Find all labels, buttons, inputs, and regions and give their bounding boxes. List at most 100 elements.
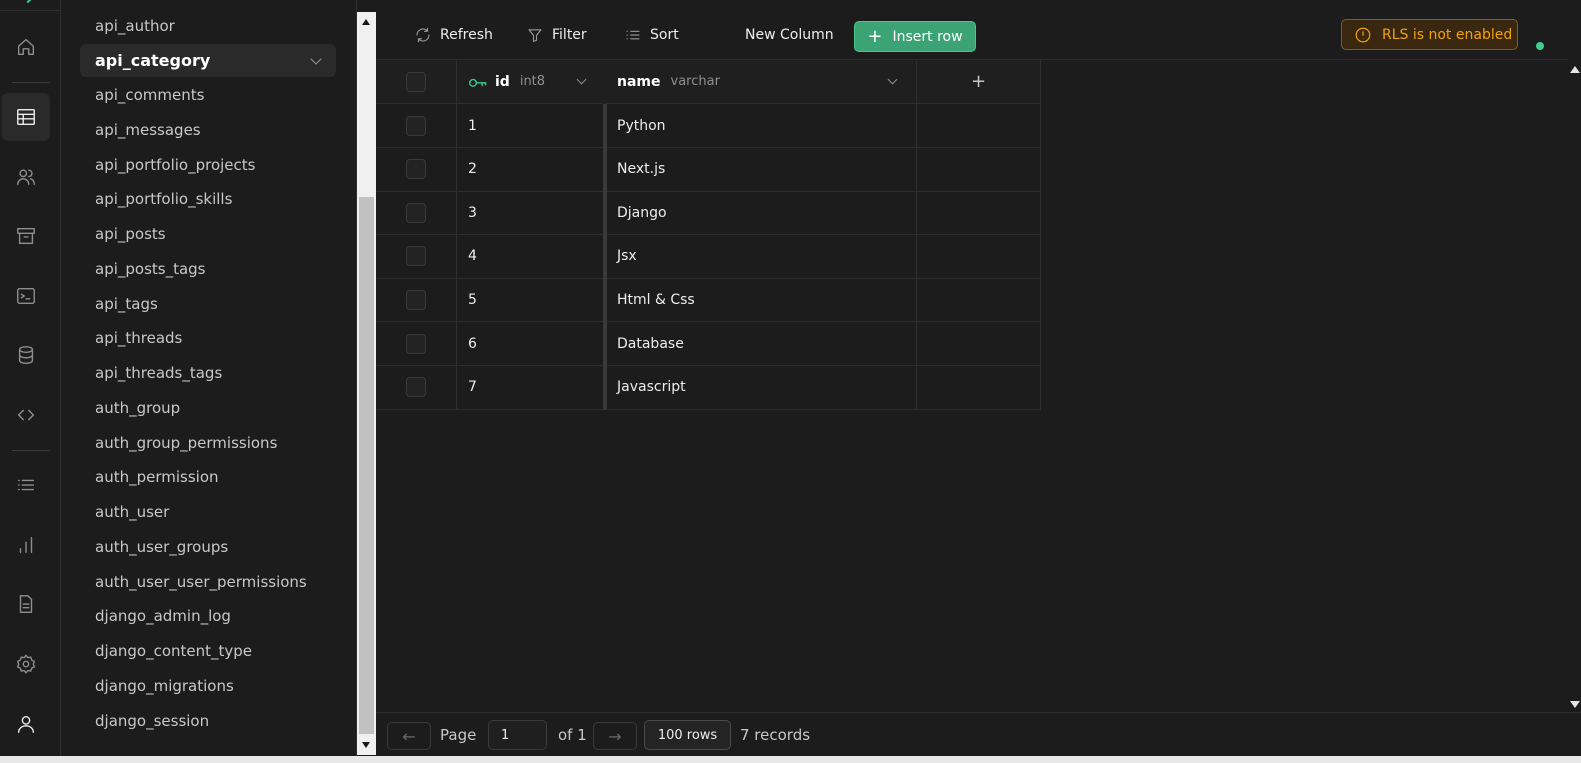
sidebar-table-item[interactable]: auth_group [80, 391, 336, 424]
table-name-label: auth_group [95, 398, 181, 417]
name-cell[interactable]: Database [606, 322, 917, 366]
database-icon[interactable] [2, 331, 50, 379]
id-cell[interactable]: 1 [457, 104, 606, 148]
name-cell[interactable]: Javascript [606, 365, 917, 410]
table-name-label: api_posts [95, 225, 166, 243]
row-checkbox[interactable] [406, 289, 426, 310]
rail-divider [12, 82, 50, 83]
sidebar-table-item[interactable]: api_tags [80, 287, 336, 320]
table-row[interactable]: 2 Next.js [376, 147, 1041, 192]
table-row[interactable]: 7 Javascript [376, 365, 1041, 410]
scroll-down-icon[interactable] [1570, 701, 1580, 708]
sidebar-table-item[interactable]: api_threads [80, 322, 336, 355]
scroll-up-icon[interactable] [1570, 66, 1580, 73]
id-cell[interactable]: 2 [457, 147, 606, 192]
select-all-checkbox[interactable] [406, 71, 426, 92]
table-row[interactable]: 6 Database [376, 322, 1041, 366]
sidebar-table-item[interactable]: api_comments [80, 79, 336, 112]
row-checkbox[interactable] [406, 159, 426, 180]
document-icon[interactable] [2, 580, 50, 628]
id-cell[interactable]: 7 [457, 365, 606, 410]
users-icon[interactable] [2, 153, 50, 201]
sort-button[interactable]: Sort [624, 20, 679, 50]
page-number-input[interactable] [488, 720, 547, 750]
table-row[interactable]: 4 Jsx [376, 234, 1041, 279]
sidebar-table-item[interactable]: api_portfolio_projects [80, 148, 336, 181]
chart-icon[interactable] [2, 521, 50, 569]
column-name: id [495, 73, 510, 90]
row-checkbox[interactable] [406, 377, 426, 398]
next-page-button[interactable]: → [593, 722, 637, 750]
list-icon[interactable] [2, 461, 50, 509]
empty-cell [917, 234, 1041, 279]
row-checkbox[interactable] [406, 202, 426, 223]
name-cell[interactable]: Jsx [606, 234, 917, 279]
user-icon[interactable] [2, 700, 50, 748]
sidebar-table-item[interactable]: auth_group_permissions [80, 426, 336, 459]
name-cell[interactable]: Html & Css [606, 278, 917, 323]
sidebar-table-item[interactable]: api_category [80, 43, 336, 77]
sidebar-table-item[interactable]: auth_user_groups [80, 530, 336, 563]
rls-warning-badge[interactable]: RLS is not enabled [1341, 19, 1518, 50]
sidebar-table-item[interactable]: api_author [80, 9, 336, 42]
row-select-cell [376, 147, 457, 192]
table-row[interactable]: 1 Python [376, 104, 1041, 148]
row-checkbox[interactable] [406, 115, 426, 136]
row-checkbox[interactable] [406, 246, 426, 267]
grid-scrollbar[interactable] [1568, 60, 1581, 712]
insert-row-button[interactable]: + Insert row [854, 21, 976, 52]
sidebar-table-item[interactable]: api_threads_tags [80, 357, 336, 390]
sidebar-table-item[interactable]: auth_permission [80, 461, 336, 494]
grid-header-row: id int8 name varchar + [376, 60, 1041, 104]
sidebar-table-item[interactable]: django_admin_log [80, 600, 336, 633]
sidebar-scrollbar[interactable] [357, 12, 376, 755]
prev-page-button[interactable]: ← [387, 722, 431, 750]
id-cell[interactable]: 5 [457, 278, 606, 323]
new-column-button[interactable]: New Column [745, 20, 834, 50]
rows-per-page-button[interactable]: 100 rows [644, 720, 731, 750]
filter-button[interactable]: Filter [526, 20, 587, 50]
name-value: Jsx [617, 248, 637, 265]
sidebar-table-item[interactable]: auth_user_user_permissions [80, 565, 336, 598]
home-icon[interactable] [2, 23, 50, 71]
scroll-up-icon[interactable] [362, 19, 370, 25]
table-row[interactable]: 3 Django [376, 191, 1041, 236]
sidebar-table-item[interactable]: auth_user [80, 496, 336, 529]
sidebar-table-item[interactable]: django_content_type [80, 635, 336, 668]
empty-cell [917, 322, 1041, 366]
chevron-down-icon[interactable] [887, 74, 898, 85]
name-value: Database [617, 335, 684, 352]
sidebar-table-item[interactable]: django_session [80, 704, 336, 737]
name-cell[interactable]: Next.js [606, 147, 917, 192]
table-row[interactable]: 5 Html & Css [376, 278, 1041, 323]
name-cell[interactable]: Python [606, 104, 917, 148]
settings-icon[interactable] [2, 640, 50, 688]
code-icon[interactable] [2, 391, 50, 439]
refresh-button[interactable]: Refresh [414, 20, 493, 50]
chevron-down-icon[interactable] [310, 53, 322, 65]
id-cell[interactable]: 3 [457, 191, 606, 236]
add-column-header[interactable]: + [917, 60, 1041, 104]
table-editor-icon[interactable] [2, 93, 50, 141]
sidebar-table-item[interactable]: api_posts [80, 218, 336, 251]
id-cell[interactable]: 4 [457, 234, 606, 279]
id-cell[interactable]: 6 [457, 322, 606, 366]
filter-label: Filter [552, 27, 587, 43]
sidebar-table-item[interactable]: api_posts_tags [80, 252, 336, 285]
column-header-id[interactable]: id int8 [457, 60, 606, 104]
table-name-label: django_migrations [95, 676, 234, 695]
records-count: 7 records [740, 726, 811, 744]
column-header-name[interactable]: name varchar [606, 60, 917, 104]
name-cell[interactable]: Django [606, 191, 917, 236]
storage-icon[interactable] [2, 212, 50, 260]
terminal-icon[interactable] [2, 272, 50, 320]
sidebar-table-item[interactable]: api_portfolio_skills [80, 183, 336, 216]
scroll-down-icon[interactable] [362, 742, 370, 748]
chevron-down-icon[interactable] [576, 74, 587, 85]
id-value: 5 [468, 291, 477, 308]
row-checkbox[interactable] [406, 333, 426, 354]
row-select-cell [376, 104, 457, 148]
sidebar-table-item[interactable]: api_messages [80, 113, 336, 146]
scrollbar-thumb[interactable] [359, 197, 374, 734]
sidebar-table-item[interactable]: django_migrations [80, 669, 336, 702]
